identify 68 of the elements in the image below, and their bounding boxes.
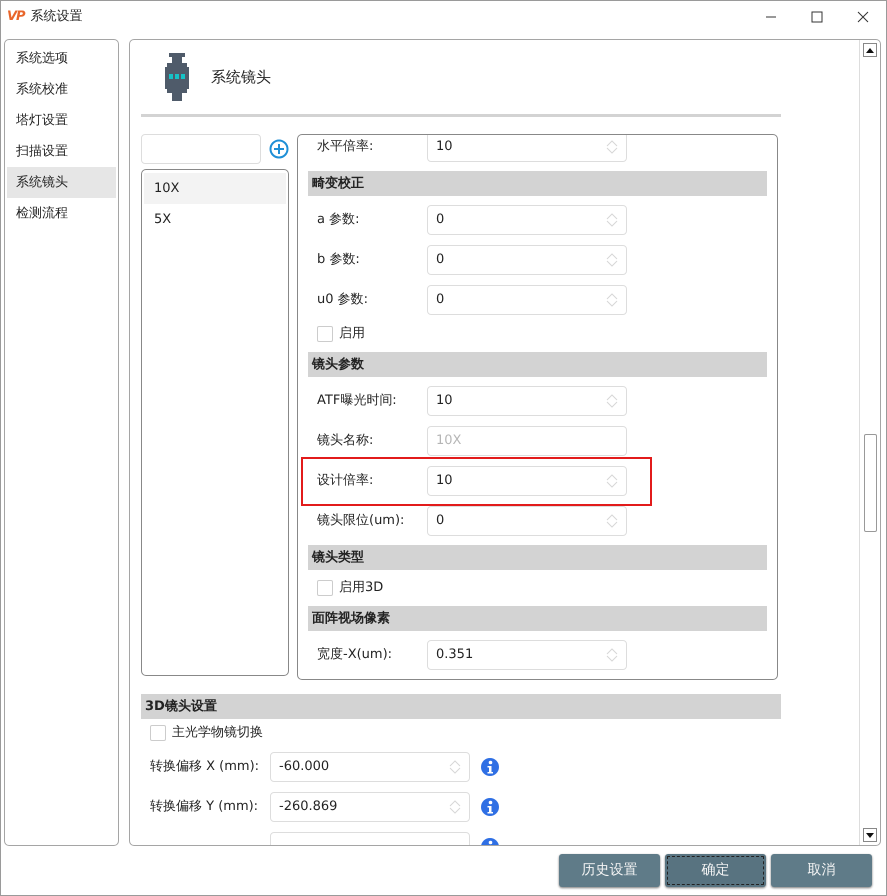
section-header: 镜头参数 <box>308 352 767 377</box>
up-arrow-icon <box>866 48 874 52</box>
search-field[interactable] <box>141 134 261 164</box>
info-icon[interactable] <box>481 758 499 776</box>
scroll-up-button[interactable] <box>863 43 877 57</box>
number-field[interactable]: 0.351 <box>427 640 627 670</box>
window-title: 系统设置 <box>30 8 83 26</box>
field-label: a 参数: <box>317 211 360 230</box>
maximize-icon <box>811 11 823 23</box>
down-arrow-icon <box>866 832 874 838</box>
field-label: b 参数: <box>317 251 361 270</box>
lens-item[interactable]: 5X <box>144 204 286 235</box>
scroll-thumb[interactable] <box>864 434 876 532</box>
app-logo: VP <box>7 8 25 26</box>
lens-item[interactable]: 10X <box>144 173 286 204</box>
spinner-icon[interactable] <box>606 292 618 308</box>
spinner-icon[interactable] <box>606 473 618 489</box>
spinner-icon[interactable] <box>449 759 461 775</box>
section-header: 畸变校正 <box>308 171 767 196</box>
sidebar-item[interactable]: 系统校准 <box>7 74 116 105</box>
number-field[interactable]: 0 <box>427 245 627 275</box>
sidebar-item[interactable]: 系统镜头 <box>7 167 116 198</box>
sidebar-item[interactable]: 系统选项 <box>7 43 116 74</box>
number-field[interactable]: -60.000 <box>270 752 470 782</box>
number-field[interactable]: 10 <box>427 466 627 496</box>
info-icon[interactable] <box>481 798 499 816</box>
sidebar-item[interactable]: 塔灯设置 <box>7 105 116 136</box>
checkbox-label: 启用3D <box>339 579 384 598</box>
field-label: 设计倍率: <box>317 472 374 490</box>
field-label: ATF曝光时间: <box>317 392 398 410</box>
spinner-icon[interactable] <box>606 513 618 529</box>
field-label: 转换偏移 Y (mm): <box>150 798 260 816</box>
number-field[interactable]: 0 <box>427 506 627 536</box>
spinner-icon[interactable] <box>606 647 618 663</box>
sidebar-item[interactable]: 扫描设置 <box>7 136 116 167</box>
spinner-icon[interactable] <box>606 139 618 155</box>
action-button[interactable]: 取消 <box>771 854 872 887</box>
number-field[interactable]: -260.869 <box>270 792 470 822</box>
number-field[interactable]: 10 <box>427 135 627 162</box>
section-header: 面阵视场像素 <box>308 606 767 631</box>
spinner-icon[interactable] <box>606 212 618 228</box>
scroll-down-button[interactable] <box>863 828 877 842</box>
checkbox[interactable] <box>150 725 166 741</box>
spinner-icon[interactable] <box>606 393 618 409</box>
field-label: 转换偏移 X (mm): <box>150 758 260 776</box>
action-button[interactable]: 历史设置 <box>559 854 660 887</box>
field-label: 镜头限位(um): <box>317 512 406 530</box>
checkbox[interactable] <box>317 580 333 596</box>
field-label: 镜头名称: <box>317 432 374 450</box>
section-header: 镜头类型 <box>308 545 767 570</box>
checkbox[interactable] <box>317 326 333 342</box>
add-icon[interactable] <box>269 139 289 159</box>
checkbox-label: 主光学物镜切换 <box>172 724 263 742</box>
close-icon <box>857 11 869 23</box>
number-field[interactable]: 0 <box>427 285 627 315</box>
page-title: 系统镜头 <box>211 66 271 88</box>
field-label: 水平倍率: <box>317 138 374 156</box>
action-button[interactable]: 确定 <box>665 854 766 887</box>
checkbox-label: 启用 <box>339 325 365 344</box>
scrollbar[interactable] <box>859 40 880 845</box>
sidebar-item[interactable]: 检测流程 <box>7 198 116 229</box>
spinner-icon[interactable] <box>606 252 618 268</box>
number-field[interactable]: 10 <box>427 386 627 416</box>
spinner-icon[interactable] <box>449 799 461 815</box>
number-field[interactable]: 0 <box>427 205 627 235</box>
field-label: u0 参数: <box>317 291 370 310</box>
section-header: 3D镜头设置 <box>141 694 781 719</box>
field-label: 宽度-X(um): <box>317 646 394 664</box>
